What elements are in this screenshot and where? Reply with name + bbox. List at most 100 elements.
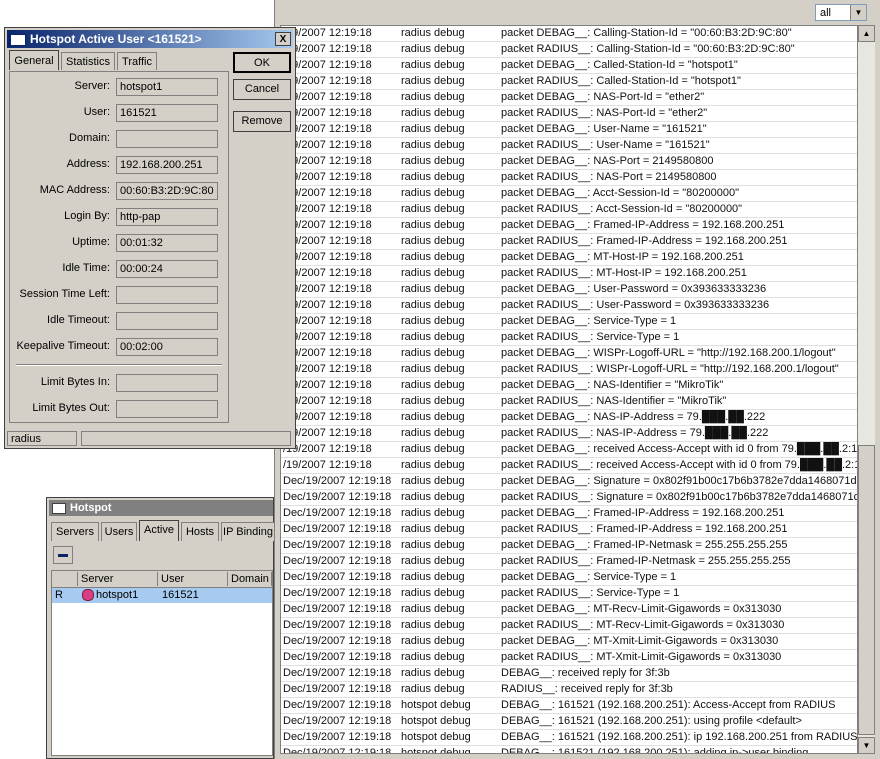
log-row[interactable]: /19/2007 12:19:18 radius debug packet RADI… [281, 234, 857, 250]
log-row[interactable]: /19/2007 12:19:18 radius debug packet RADI… [281, 106, 857, 122]
log-row[interactable]: /19/2007 12:19:18 radius debug packet DEBA… [281, 410, 857, 426]
log-message: packet DEBAG__: Framed-IP-Address = 192.… [501, 507, 785, 519]
log-message: packet DEBAG__: Acct-Session-Id = "80200… [501, 187, 740, 199]
log-topics: radius debug [401, 299, 465, 311]
log-row[interactable]: /19/2007 12:19:18 radius debug packet RADI… [281, 74, 857, 90]
close-button[interactable]: X [275, 32, 291, 46]
tab-servers[interactable]: Servers [51, 522, 99, 541]
field-label: Uptime: [72, 236, 110, 248]
remove-button[interactable] [53, 546, 73, 564]
log-message: packet RADIUS__: Called-Station-Id = "ho… [501, 75, 741, 87]
log-row[interactable]: /19/2007 12:19:18 radius debug packet RADI… [281, 42, 857, 58]
log-row[interactable]: Dec/19/2007 12:19:18 hotspot debug DEBAG__… [281, 698, 857, 714]
log-row[interactable]: Dec/19/2007 12:19:18 hotspot debug DEBAG__… [281, 714, 857, 730]
log-topics: hotspot debug [401, 699, 471, 711]
log-topics: radius debug [401, 107, 465, 119]
scroll-thumb[interactable] [858, 445, 875, 735]
log-row[interactable]: /19/2007 12:19:18 radius debug packet DEBA… [281, 122, 857, 138]
log-message: packet DEBAG__: received Access-Accept w… [501, 443, 858, 455]
log-row[interactable]: /19/2007 12:19:18 radius debug packet DEBA… [281, 346, 857, 362]
log-topics: radius debug [401, 443, 465, 455]
field-label: Idle Timeout: [47, 314, 110, 326]
log-row[interactable]: /19/2007 12:19:18 radius debug packet RADI… [281, 138, 857, 154]
log-row[interactable]: Dec/19/2007 12:19:18 radius debug packet D… [281, 634, 857, 650]
log-row[interactable]: Dec/19/2007 12:19:18 radius debug packet R… [281, 586, 857, 602]
log-row[interactable]: /19/2007 12:19:18 radius debug packet DEBA… [281, 186, 857, 202]
tab-hosts[interactable]: Hosts [181, 522, 219, 541]
log-topics: radius debug [401, 523, 465, 535]
log-topics: radius debug [401, 27, 465, 39]
log-row[interactable]: /19/2007 12:19:18 radius debug packet DEBA… [281, 314, 857, 330]
log-time: /19/2007 12:19:18 [283, 267, 372, 279]
log-filter-select[interactable]: all ▼ [815, 4, 867, 21]
col-user[interactable]: User [158, 572, 228, 586]
chevron-down-icon[interactable]: ▼ [850, 5, 866, 20]
log-row[interactable]: /19/2007 12:19:18 radius debug packet DEBA… [281, 154, 857, 170]
log-row[interactable]: /19/2007 12:19:18 radius debug packet RADI… [281, 362, 857, 378]
scroll-up-icon[interactable]: ▲ [858, 25, 875, 42]
log-row[interactable]: /19/2007 12:19:18 radius debug packet DEBA… [281, 58, 857, 74]
window-icon [10, 33, 26, 46]
log-message: packet RADIUS__: NAS-Identifier = "Mikro… [501, 395, 727, 407]
hotspot-titlebar[interactable]: Hotspot [49, 500, 273, 516]
log-scrollbar[interactable]: ▲ ▼ [858, 25, 875, 754]
active-table: Server User Domain R hotspot1 161521 [51, 570, 273, 756]
log-row[interactable]: /19/2007 12:19:18 radius debug packet RADI… [281, 266, 857, 282]
tab-active[interactable]: Active [139, 520, 179, 541]
log-row[interactable]: Dec/19/2007 12:19:18 radius debug packet R… [281, 522, 857, 538]
log-row[interactable]: /19/2007 12:19:18 radius debug packet DEBA… [281, 282, 857, 298]
log-row[interactable]: /19/2007 12:19:18 radius debug packet DEBA… [281, 250, 857, 266]
log-row[interactable]: /19/2007 12:19:18 radius debug packet DEBA… [281, 442, 857, 458]
log-message: packet RADIUS__: Framed-IP-Address = 192… [501, 523, 788, 535]
log-row[interactable]: /19/2007 12:19:18 radius debug packet RADI… [281, 426, 857, 442]
log-row[interactable]: /19/2007 12:19:18 radius debug packet DEBA… [281, 90, 857, 106]
log-message: DEBAG__: 161521 (192.168.200.251): addin… [501, 747, 809, 754]
dialog-titlebar[interactable]: Hotspot Active User <161521> X [7, 30, 293, 48]
log-row[interactable]: Dec/19/2007 12:19:18 radius debug packet D… [281, 570, 857, 586]
log-row[interactable]: Dec/19/2007 12:19:18 radius debug packet D… [281, 506, 857, 522]
col-domain[interactable]: Domain [228, 572, 272, 586]
log-row[interactable]: /19/2007 12:19:18 radius debug packet RADI… [281, 170, 857, 186]
log-time: Dec/19/2007 12:19:18 [283, 475, 392, 487]
log-time: /19/2007 12:19:18 [283, 299, 372, 311]
tab-statistics[interactable]: Statistics [61, 52, 115, 70]
cancel-button[interactable]: Cancel [233, 79, 291, 100]
log-row[interactable]: /19/2007 12:19:18 radius debug packet RADI… [281, 298, 857, 314]
remove-button[interactable]: Remove [233, 111, 291, 132]
log-row[interactable]: Dec/19/2007 12:19:18 radius debug packet R… [281, 650, 857, 666]
log-row[interactable]: /19/2007 12:19:18 radius debug packet DEBA… [281, 218, 857, 234]
log-row[interactable]: /19/2007 12:19:18 radius debug packet DEBA… [281, 26, 857, 42]
log-row[interactable]: /19/2007 12:19:18 radius debug packet RADI… [281, 458, 857, 474]
log-time: /19/2007 12:19:18 [283, 139, 372, 151]
hotspot-title: Hotspot [70, 502, 112, 514]
tab-traffic[interactable]: Traffic [117, 52, 157, 70]
log-row[interactable]: Dec/19/2007 12:19:18 radius debug packet R… [281, 554, 857, 570]
field-label: Idle Time: [62, 262, 110, 274]
log-row[interactable]: Dec/19/2007 12:19:18 radius debug packet R… [281, 490, 857, 506]
log-row[interactable]: /19/2007 12:19:18 radius debug packet RADI… [281, 394, 857, 410]
log-message: packet RADIUS__: Framed-IP-Netmask = 255… [501, 555, 791, 567]
tab-users[interactable]: Users [101, 522, 137, 541]
log-row[interactable]: /19/2007 12:19:18 radius debug packet DEBA… [281, 378, 857, 394]
log-row[interactable]: Dec/19/2007 12:19:18 radius debug RADIUS__… [281, 682, 857, 698]
log-topics: hotspot debug [401, 731, 471, 743]
log-row[interactable]: /19/2007 12:19:18 radius debug packet RADI… [281, 330, 857, 346]
tab-ip-binding[interactable]: IP Binding [221, 522, 275, 541]
ok-button[interactable]: OK [233, 52, 291, 73]
log-row[interactable]: Dec/19/2007 12:19:18 radius debug packet D… [281, 538, 857, 554]
log-time: /19/2007 12:19:18 [283, 347, 372, 359]
log-time: /19/2007 12:19:18 [283, 443, 372, 455]
log-row[interactable]: Dec/19/2007 12:19:18 hotspot debug DEBAG__… [281, 746, 857, 754]
log-row[interactable]: Dec/19/2007 12:19:18 radius debug packet D… [281, 602, 857, 618]
log-row[interactable]: Dec/19/2007 12:19:18 hotspot debug DEBAG__… [281, 730, 857, 746]
log-topics: radius debug [401, 635, 465, 647]
log-row[interactable]: /19/2007 12:19:18 radius debug packet RADI… [281, 202, 857, 218]
tab-general[interactable]: General [9, 50, 59, 70]
table-row[interactable]: R hotspot1 161521 [52, 588, 272, 603]
log-topics: radius debug [401, 59, 465, 71]
scroll-down-icon[interactable]: ▼ [858, 737, 875, 754]
log-row[interactable]: Dec/19/2007 12:19:18 radius debug DEBAG__:… [281, 666, 857, 682]
col-server[interactable]: Server [78, 572, 158, 586]
log-row[interactable]: Dec/19/2007 12:19:18 radius debug packet R… [281, 618, 857, 634]
log-row[interactable]: Dec/19/2007 12:19:18 radius debug packet D… [281, 474, 857, 490]
